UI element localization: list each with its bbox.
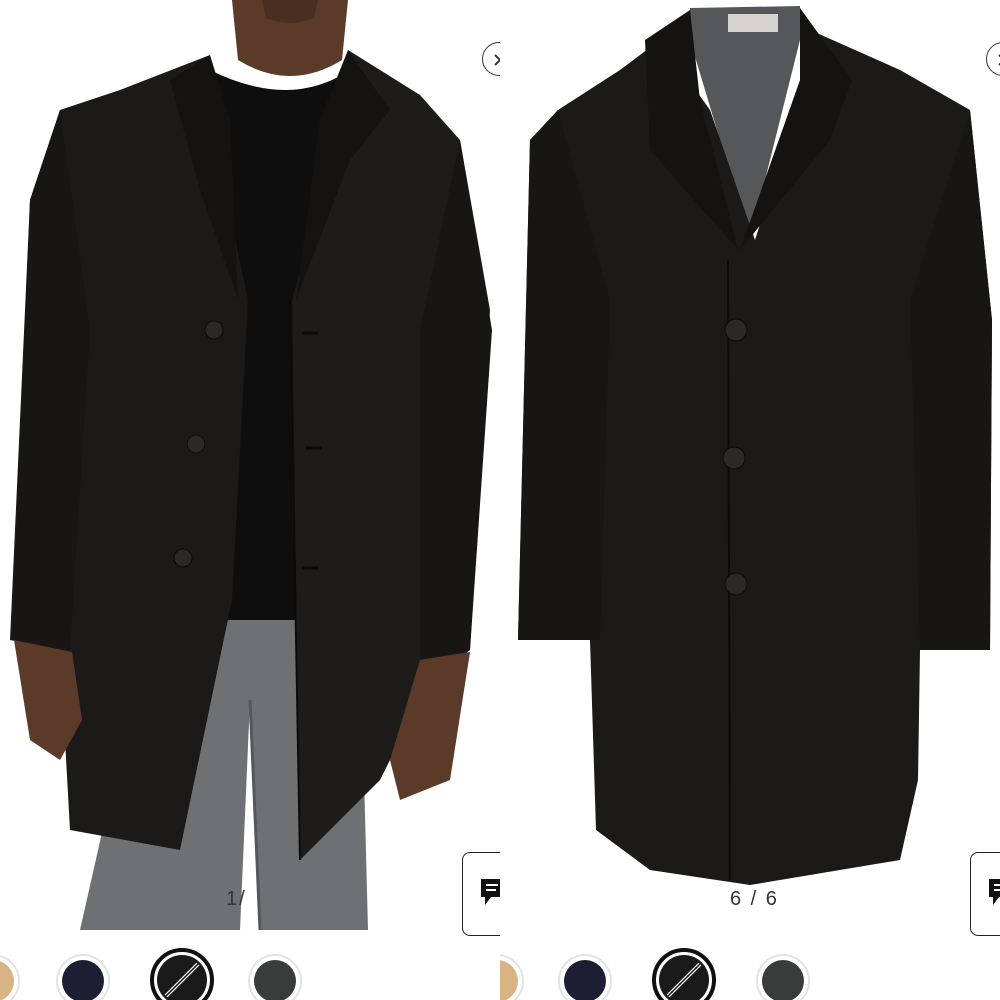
swatch-black-selected[interactable] bbox=[150, 948, 214, 1000]
unavailable-strike-icon bbox=[164, 962, 200, 998]
coat-on-model-illustration bbox=[10, 0, 492, 931]
color-swatches bbox=[500, 940, 1000, 1000]
swatch-navy[interactable] bbox=[558, 954, 612, 1000]
image-counter: 6 / 6 bbox=[730, 888, 779, 910]
product-gallery-right: 6 / 6 bbox=[500, 0, 1000, 1000]
coat-flat-illustration bbox=[518, 6, 992, 885]
swatch-camel[interactable] bbox=[0, 954, 20, 1000]
chat-button[interactable] bbox=[970, 852, 1000, 936]
color-swatches bbox=[0, 940, 500, 1000]
close-icon bbox=[998, 54, 1000, 66]
chat-button[interactable] bbox=[462, 852, 500, 936]
product-photo-model[interactable] bbox=[0, 0, 500, 940]
product-gallery-left: 1/ bbox=[0, 0, 500, 1000]
swatch-navy[interactable] bbox=[56, 954, 110, 1000]
close-icon bbox=[494, 54, 500, 66]
product-photo-flat[interactable] bbox=[500, 0, 1000, 940]
chat-icon bbox=[481, 879, 500, 905]
swatch-camel[interactable] bbox=[500, 954, 524, 1000]
image-counter: 1/ bbox=[226, 888, 247, 910]
swatch-charcoal[interactable] bbox=[248, 954, 302, 1000]
swatch-black-selected[interactable] bbox=[652, 948, 716, 1000]
unavailable-strike-icon bbox=[666, 962, 702, 998]
swatch-charcoal[interactable] bbox=[756, 954, 810, 1000]
chat-icon bbox=[989, 879, 1000, 905]
